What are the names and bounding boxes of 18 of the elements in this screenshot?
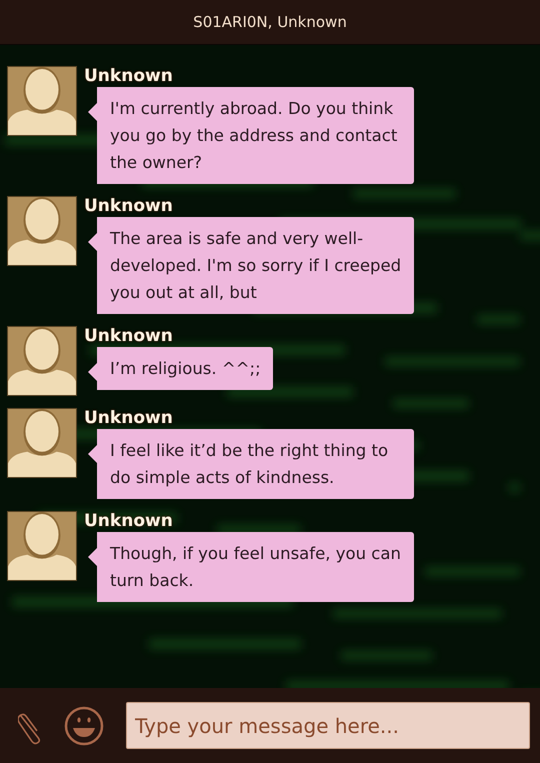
avatar-icon: [7, 408, 77, 478]
smiley-icon[interactable]: [64, 706, 104, 746]
sender-name: Unknown: [84, 408, 173, 428]
message-bubble: Though, if you feel unsafe, you can turn back.: [88, 532, 414, 602]
sender-name: Unknown: [84, 511, 173, 531]
avatar-icon: [7, 326, 77, 396]
sender-name: Unknown: [84, 196, 173, 216]
avatar-icon: [7, 511, 77, 581]
avatar-icon: [7, 196, 77, 266]
sender-name: Unknown: [84, 326, 173, 346]
sender-name: Unknown: [84, 66, 173, 86]
chat-title: S01ARI0N, Unknown: [193, 13, 347, 31]
message-bubble: I’m religious. ^^;;: [88, 347, 273, 390]
message-input[interactable]: Type your message here...: [126, 702, 530, 749]
message-bubble: The area is safe and very well-developed. I'm so sorry if I creeped you out at all, but: [88, 217, 414, 314]
message-bubble: I feel like it’d be the right thing to do simple acts of kindness.: [88, 429, 414, 499]
avatar-icon: [7, 66, 77, 136]
message-bubble: I'm currently abroad. Do you think you go by the address and contact the owner?: [88, 87, 414, 184]
